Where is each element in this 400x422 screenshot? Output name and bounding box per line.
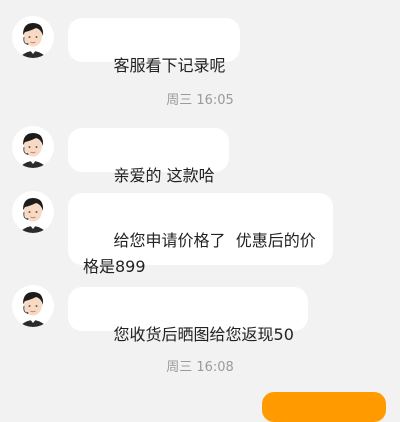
message-bubble[interactable]: 亲爱的 这款哈 xyxy=(68,128,229,185)
timestamp: 周三 16:05 xyxy=(166,93,234,108)
agent-avatar-icon[interactable] xyxy=(12,16,54,58)
message-text: 您收货后晒图给您返现50 xyxy=(113,325,294,344)
agent-avatar-icon[interactable] xyxy=(12,126,54,168)
message-bubble[interactable]: 您收货后晒图给您返现50 xyxy=(68,287,308,344)
message-text: 给您申请价格了 优惠后的价格是899 xyxy=(83,231,316,276)
message-text: 亲爱的 这款哈 xyxy=(113,166,215,185)
message-bubble[interactable]: 给您申请价格了 优惠后的价格是899 xyxy=(68,193,333,276)
agent-avatar-icon[interactable] xyxy=(12,285,54,327)
timestamp: 周三 16:08 xyxy=(166,360,234,375)
message-bubble[interactable]: 客服看下记录呢 xyxy=(68,18,240,75)
outgoing-message-bubble[interactable] xyxy=(262,392,386,422)
message-text: 客服看下记录呢 xyxy=(113,56,226,75)
chat-message-list[interactable]: 客服看下记录呢 周三 16:05 亲爱的 这款哈 给您申请价格了 优惠后的价格是… xyxy=(0,0,400,422)
agent-avatar-icon[interactable] xyxy=(12,191,54,233)
